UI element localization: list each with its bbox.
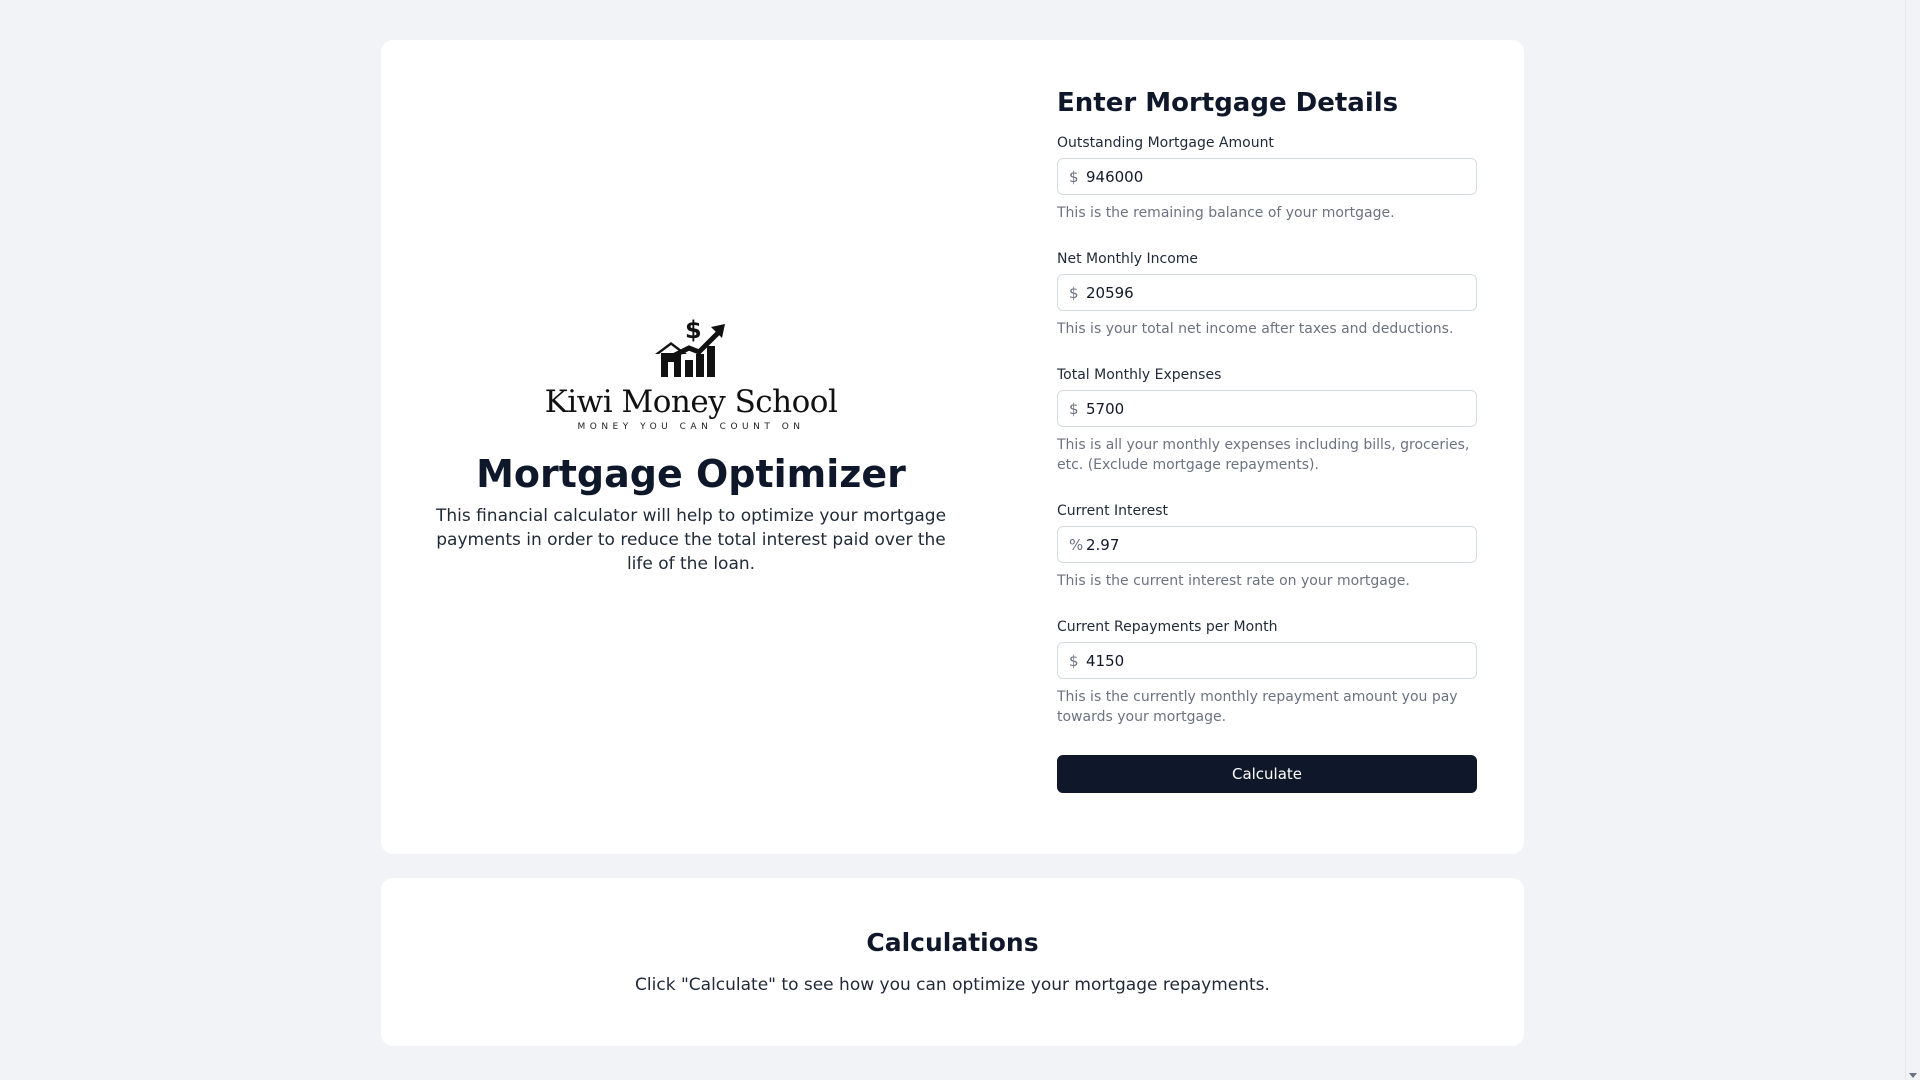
field-label: Outstanding Mortgage Amount (1057, 135, 1274, 151)
field-hint: This is the current interest rate on you… (1057, 573, 1410, 589)
field-hint: This is all your monthly expenses includ… (1057, 437, 1470, 473)
scrollbar-thumb[interactable] (1909, 10, 1917, 1060)
input-wrapper: $ (1057, 158, 1477, 195)
net-monthly-income-input[interactable] (1086, 276, 1466, 309)
field-label: Current Interest (1057, 503, 1168, 519)
outstanding-mortgage-input[interactable] (1086, 160, 1466, 193)
currency-prefix: $ (1069, 399, 1079, 418)
svg-text:$: $ (685, 318, 702, 344)
house-chart-dollar-icon: $ (655, 318, 725, 377)
field-outstanding-mortgage: Outstanding Mortgage Amount $ This is th… (1057, 135, 1477, 223)
currency-prefix: $ (1069, 283, 1079, 302)
input-wrapper: % (1057, 526, 1477, 563)
app-description: This financial calculator will help to o… (435, 506, 947, 574)
form-title: Enter Mortgage Details (1057, 88, 1399, 118)
field-hint: This is the currently monthly repayment … (1057, 689, 1458, 725)
field-hint: This is your total net income after taxe… (1057, 321, 1454, 337)
calculations-title: Calculations (866, 928, 1039, 957)
scroll-down-arrow-icon[interactable] (1909, 1073, 1917, 1078)
field-total-monthly-expenses: Total Monthly Expenses $ This is all you… (1057, 367, 1477, 475)
input-wrapper: $ (1057, 390, 1477, 427)
logo: $ Kiwi Money School MONEY YOU CAN COUNT … (545, 318, 838, 432)
percent-prefix: % (1069, 535, 1084, 554)
input-wrapper: $ (1057, 274, 1477, 311)
field-label: Current Repayments per Month (1057, 619, 1278, 635)
field-current-repayments: Current Repayments per Month $ This is t… (1057, 619, 1477, 727)
field-current-interest: Current Interest % This is the current i… (1057, 503, 1477, 591)
intro-panel: $ Kiwi Money School MONEY YOU CAN COUNT … (381, 40, 1001, 854)
calculations-card: Calculations Click "Calculate" to see ho… (381, 878, 1524, 1046)
calculations-message: Click "Calculate" to see how you can opt… (635, 975, 1270, 995)
field-hint: This is the remaining balance of your mo… (1057, 205, 1395, 221)
calculate-button[interactable]: Calculate (1057, 755, 1477, 793)
page-scrollbar[interactable] (1905, 0, 1920, 1080)
field-label: Total Monthly Expenses (1057, 367, 1222, 383)
field-net-monthly-income: Net Monthly Income $ This is your total … (1057, 251, 1477, 339)
page: $ Kiwi Money School MONEY YOU CAN COUNT … (0, 0, 1920, 1080)
mortgage-form: Enter Mortgage Details Outstanding Mortg… (1057, 88, 1477, 793)
current-repayments-input[interactable] (1086, 644, 1466, 677)
logo-name: Kiwi Money School (544, 384, 838, 420)
logo-tagline: MONEY YOU CAN COUNT ON (577, 422, 805, 432)
current-interest-input[interactable] (1086, 528, 1466, 561)
currency-prefix: $ (1069, 651, 1079, 670)
total-monthly-expenses-input[interactable] (1086, 392, 1466, 425)
currency-prefix: $ (1069, 167, 1079, 186)
field-label: Net Monthly Income (1057, 251, 1199, 267)
mortgage-details-card: $ Kiwi Money School MONEY YOU CAN COUNT … (381, 40, 1524, 854)
page-title: Mortgage Optimizer (476, 452, 906, 496)
input-wrapper: $ (1057, 642, 1477, 679)
